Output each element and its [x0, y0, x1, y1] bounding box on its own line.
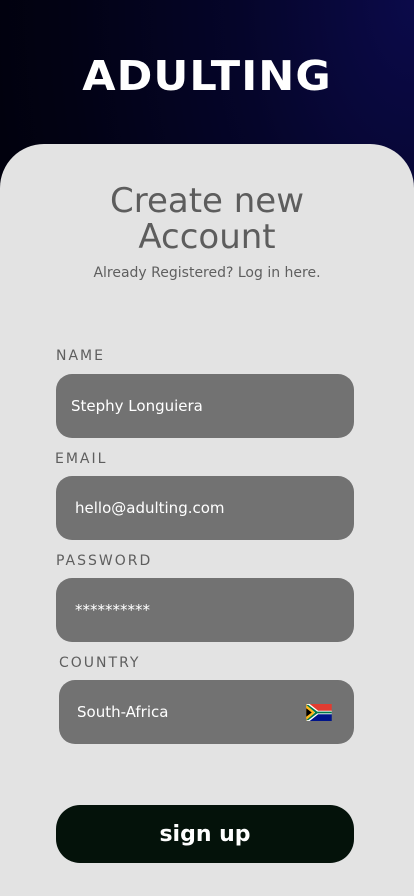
email-field[interactable] — [75, 499, 354, 517]
name-field[interactable] — [71, 397, 354, 415]
page-title-line-2: Account — [138, 217, 276, 257]
name-field-container — [56, 374, 354, 438]
name-label: NAME — [56, 348, 105, 364]
country-label: COUNTRY — [59, 655, 141, 671]
sign-up-button[interactable]: sign up — [56, 805, 354, 863]
country-select[interactable] — [59, 680, 354, 744]
password-field[interactable] — [75, 601, 354, 619]
page-title: Create new Account — [0, 183, 414, 255]
brand-logo: ADULTING — [82, 52, 332, 100]
email-label: EMAIL — [55, 451, 108, 467]
country-field[interactable] — [77, 703, 294, 721]
password-field-container — [56, 578, 354, 642]
south-africa-flag-icon — [306, 704, 332, 721]
page-title-line-1: Create new — [109, 181, 305, 221]
login-link[interactable]: Already Registered? Log in here. — [0, 265, 414, 281]
email-field-container — [56, 476, 354, 540]
password-label: PASSWORD — [56, 553, 153, 569]
